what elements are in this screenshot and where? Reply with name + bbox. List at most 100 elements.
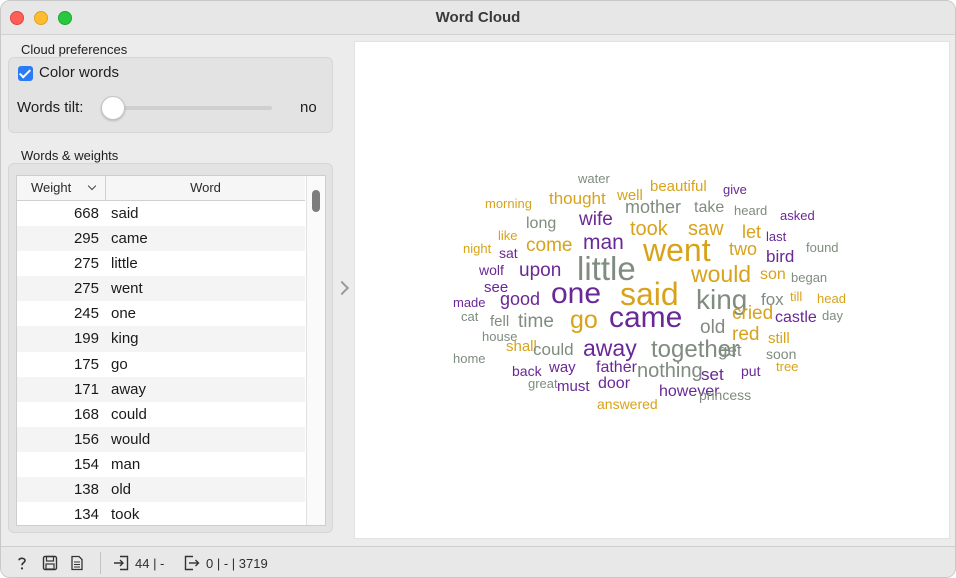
table-row[interactable]: 199 king: [17, 326, 305, 352]
cloud-word[interactable]: like: [498, 229, 518, 242]
table-scrollbar-thumb[interactable]: [312, 190, 320, 212]
table-row[interactable]: 245 one: [17, 301, 305, 326]
table-row[interactable]: 275 little: [17, 251, 305, 276]
cloud-word[interactable]: fell: [490, 314, 509, 329]
cloud-word[interactable]: would: [691, 263, 751, 286]
cloud-word[interactable]: began: [791, 271, 827, 284]
cloud-word[interactable]: one: [551, 279, 601, 309]
cloud-word[interactable]: made: [453, 296, 486, 309]
cloud-word[interactable]: get: [718, 342, 742, 359]
table-scrollbar[interactable]: [306, 176, 325, 525]
weight-cell: 295: [73, 230, 99, 248]
word-cell: man: [111, 455, 141, 473]
color-words-checkbox[interactable]: [18, 66, 33, 81]
cloud-word[interactable]: go: [570, 308, 598, 333]
weight-cell: 171: [73, 380, 99, 398]
word-cell: took: [111, 506, 140, 524]
report-icon[interactable]: [69, 555, 85, 571]
table-row[interactable]: 154 man: [17, 452, 305, 477]
table-row[interactable]: 295 came: [17, 226, 305, 252]
cloud-word[interactable]: asked: [780, 209, 815, 222]
cloud-word[interactable]: night: [463, 242, 491, 255]
weight-column-label: Weight: [31, 180, 72, 195]
output-icon: [184, 555, 200, 571]
sort-descending-icon[interactable]: [87, 181, 97, 191]
cloud-word[interactable]: old: [700, 318, 725, 337]
cloud-word[interactable]: wife: [579, 210, 613, 229]
weight-cell: 134: [73, 506, 99, 524]
table-row[interactable]: 138 old: [17, 477, 305, 503]
table-row[interactable]: 668 said: [17, 201, 305, 226]
weight-cell: 138: [73, 481, 99, 499]
weight-cell: 245: [73, 305, 99, 323]
cloud-word[interactable]: mother: [625, 198, 681, 216]
cloud-word[interactable]: wolf: [479, 263, 504, 277]
cloud-word[interactable]: morning: [485, 197, 532, 210]
words-table[interactable]: Weight Word 668 said 295 came 275 little 275 we…: [16, 175, 326, 526]
words-tilt-slider[interactable]: [114, 106, 272, 110]
cloud-word[interactable]: bird: [766, 248, 794, 265]
cloud-word[interactable]: came: [609, 303, 682, 333]
cloud-word[interactable]: sat: [499, 246, 518, 260]
word-cell: one: [111, 305, 137, 323]
cloud-word[interactable]: beautiful: [650, 179, 707, 194]
input-icon: [114, 555, 129, 571]
cloud-word[interactable]: water: [578, 172, 610, 185]
cloud-word[interactable]: put: [741, 364, 760, 378]
cloud-word[interactable]: way: [549, 360, 576, 375]
cloud-word[interactable]: till: [790, 290, 802, 303]
words-tilt-slider-handle[interactable]: [101, 96, 125, 120]
word-column-header[interactable]: Word: [106, 176, 305, 200]
help-icon[interactable]: [14, 555, 30, 571]
cloud-word[interactable]: last: [766, 230, 786, 243]
cloud-word[interactable]: day: [822, 309, 843, 322]
cloud-word[interactable]: answered: [597, 397, 658, 411]
cloud-word[interactable]: time: [518, 312, 554, 331]
word-cell: go: [111, 355, 128, 373]
color-words-label[interactable]: Color words: [39, 64, 119, 81]
cloud-word[interactable]: long: [526, 216, 556, 232]
words-tilt-label: Words tilt:: [17, 99, 84, 116]
table-row[interactable]: 171 away: [17, 376, 305, 402]
table-row[interactable]: 275 went: [17, 276, 305, 302]
table-row[interactable]: 156 would: [17, 426, 305, 452]
cloud-word[interactable]: cried: [732, 304, 773, 323]
output-summary: 0 | - | 3719: [206, 556, 268, 571]
table-row[interactable]: 134 took: [17, 502, 305, 525]
cloud-word[interactable]: heard: [734, 204, 767, 217]
cloud-word[interactable]: found: [806, 241, 839, 254]
cloud-preferences-heading: Cloud preferences: [21, 42, 128, 57]
cloud-word[interactable]: still: [768, 331, 790, 346]
table-row[interactable]: 175 go: [17, 352, 305, 377]
cloud-word[interactable]: thought: [549, 190, 606, 207]
cloud-word[interactable]: princess: [699, 388, 751, 402]
cloud-word[interactable]: could: [533, 341, 574, 358]
save-icon[interactable]: [42, 555, 58, 571]
cloud-word[interactable]: two: [729, 240, 757, 258]
table-row[interactable]: 168 could: [17, 402, 305, 427]
cloud-word[interactable]: away: [583, 337, 637, 360]
cloud-word[interactable]: take: [694, 200, 724, 216]
cloud-word[interactable]: must: [557, 379, 590, 394]
weight-cell: 199: [73, 330, 99, 348]
cloud-word[interactable]: great: [528, 377, 558, 390]
cloud-word[interactable]: head: [817, 292, 846, 305]
cloud-word[interactable]: give: [723, 183, 747, 196]
cloud-word[interactable]: cat: [461, 310, 478, 323]
weight-cell: 275: [73, 255, 99, 273]
cloud-word[interactable]: set: [701, 366, 724, 383]
cloud-word[interactable]: father: [596, 360, 637, 376]
word-cell: could: [111, 405, 147, 423]
cloud-word[interactable]: nothing: [637, 361, 703, 381]
cloud-word[interactable]: door: [598, 376, 630, 392]
cloud-word[interactable]: tree: [776, 360, 798, 373]
cloud-word[interactable]: good: [500, 290, 540, 308]
cloud-word[interactable]: son: [760, 267, 786, 283]
weight-column-header[interactable]: Weight: [17, 176, 106, 200]
cloud-word[interactable]: come: [526, 236, 572, 255]
title-bar: Word Cloud: [1, 1, 955, 35]
cloud-word[interactable]: castle: [775, 310, 817, 326]
cloud-word[interactable]: home: [453, 352, 486, 365]
weight-cell: 154: [73, 455, 99, 473]
word-cell: came: [111, 230, 148, 248]
